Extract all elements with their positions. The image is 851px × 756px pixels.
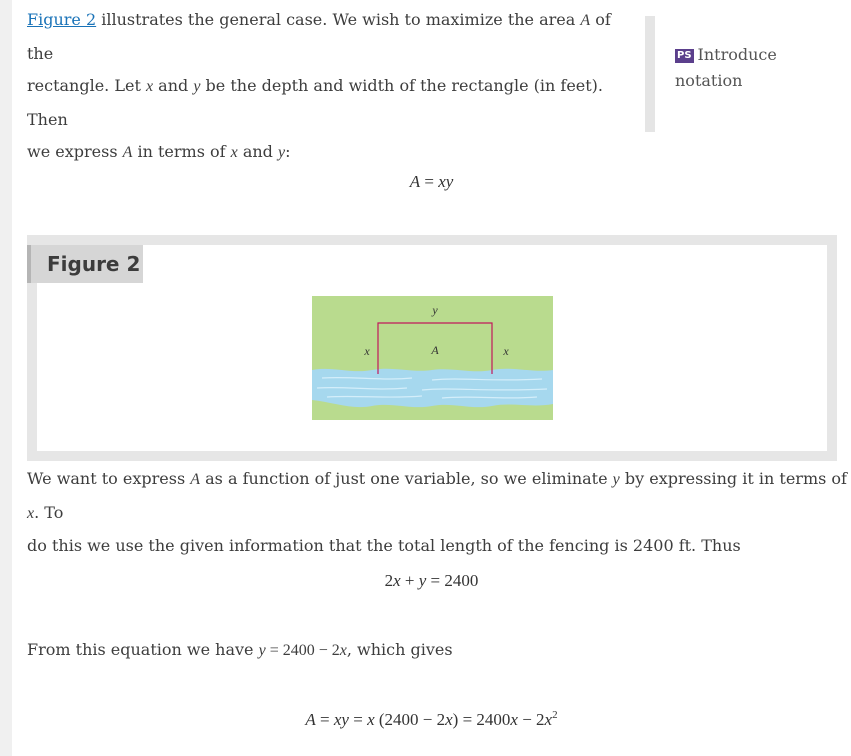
label-x-right: x [502, 344, 509, 358]
eq-equals: = [420, 172, 439, 191]
eq3-p3: (2400 − 2 [374, 710, 446, 729]
eq2-plus: + [400, 571, 419, 590]
eq-rhs: xy [438, 172, 454, 191]
label-y: y [431, 303, 438, 317]
eq3-x2: x [445, 710, 453, 729]
eq3-exponent: 2 [552, 709, 558, 721]
ps-badge-icon: PS [675, 49, 694, 63]
eq3-p4: ) = 2400 [452, 710, 511, 729]
p3-mid: = 2400 − 2 [265, 642, 340, 659]
eq2-rest: = 2400 [426, 571, 479, 590]
page: Figure 2 illustrates the general case. W… [12, 0, 851, 756]
var-x: x [230, 144, 238, 161]
p2-text-4: . To [34, 502, 64, 522]
eq3-A: A [305, 710, 316, 729]
intro-text-7: in terms of [132, 142, 231, 161]
eq3-p1: = [315, 710, 334, 729]
equation-area-function: A = xy = x (2400 − 2x) = 2400x − 2x2 [12, 709, 851, 730]
p3-text-1: From this equation we have [27, 640, 259, 659]
paragraph-2: We want to express A as a function of ju… [27, 463, 847, 563]
eq3-xy: xy [333, 710, 349, 729]
p2-text-1: We want to express [27, 469, 191, 488]
p2-text-5: do this we use the given information tha… [27, 536, 741, 555]
figure-label: Figure 2 [27, 245, 143, 283]
var-A: A [122, 144, 133, 161]
intro-text-8: and [237, 142, 279, 161]
var-A: A [580, 12, 591, 29]
eq2-coef: 2 [384, 571, 394, 590]
label-x-left: x [363, 344, 370, 358]
var-y: y [258, 642, 266, 659]
intro-text-9: : [285, 142, 291, 161]
p2-text-3: by expressing it in terms of [619, 469, 847, 488]
eq3-p2: = [348, 710, 368, 729]
equation-fencing: 2x + y = 2400 [12, 571, 851, 591]
eq3-x4: x [544, 710, 553, 729]
var-x: x [145, 78, 154, 95]
eq-lhs: A [409, 172, 421, 191]
figure-2-link[interactable]: Figure 2 [27, 10, 96, 29]
intro-text-3: rectangle. Let [27, 76, 146, 95]
equation-area: A = xy [12, 172, 851, 192]
eq3-p5: − 2 [517, 710, 545, 729]
label-area: A [430, 343, 439, 357]
intro-paragraph: Figure 2 illustrates the general case. W… [27, 4, 627, 170]
var-y: y [612, 471, 620, 488]
p3-text-2: , which gives [346, 640, 453, 659]
intro-text-4: and [153, 76, 194, 95]
side-note[interactable]: PS Introduce notation [675, 42, 835, 94]
var-x: x [339, 642, 347, 659]
sidebar-rule [645, 16, 655, 132]
paragraph-3: From this equation we have y = 2400 − 2x… [27, 634, 827, 668]
intro-text-1: illustrates the general case. We wish to… [96, 10, 581, 29]
intro-text-6: we express [27, 142, 123, 161]
p2-text-2: as a function of just one variable, so w… [200, 469, 613, 488]
eq3-x3: x [510, 710, 518, 729]
eq2-x: x [393, 571, 401, 590]
eq3-x1: x [367, 710, 375, 729]
figure-illustration: y A x x [312, 296, 553, 420]
var-A: A [190, 471, 201, 488]
